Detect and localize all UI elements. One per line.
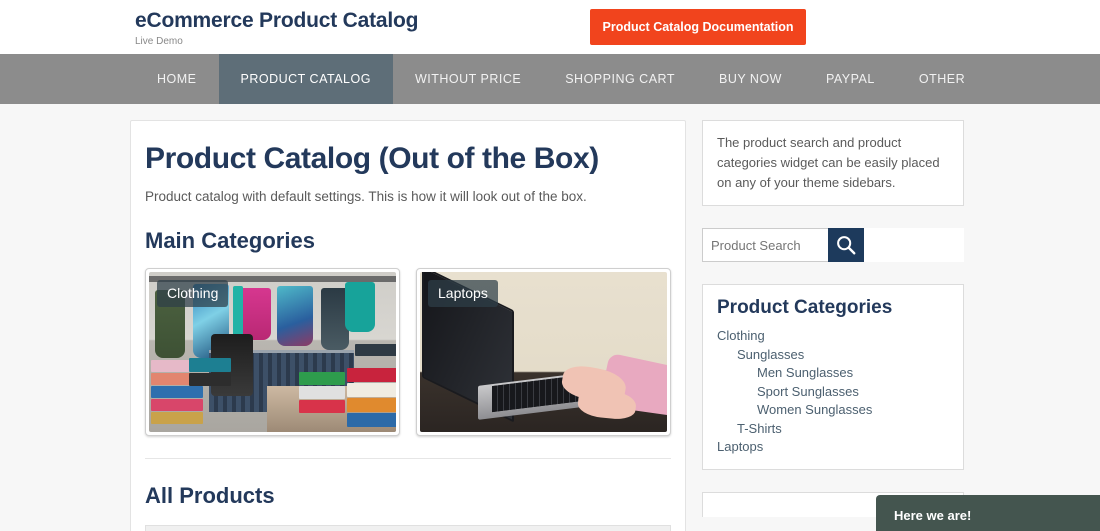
category-label-laptops: Laptops (428, 280, 498, 307)
brand-title: eCommerce Product Catalog (135, 9, 419, 32)
category-card-row: Clothing Laptops (145, 268, 671, 436)
category-label-clothing: Clothing (157, 280, 229, 307)
category-item-laptops[interactable]: Laptops (717, 438, 949, 457)
product-categories-title: Product Categories (717, 297, 893, 318)
product-filter-bar: Sort by Newest ▼ Price: $ - $ OK (145, 525, 671, 531)
sidebar-search-button[interactable] (828, 228, 864, 262)
product-categories-widget: Product Categories Clothing Sunglasses M… (702, 284, 964, 470)
category-card-laptops[interactable]: Laptops (416, 268, 671, 436)
nav-item-other[interactable]: OTHER (897, 54, 987, 104)
sidebar-search-input[interactable] (702, 228, 828, 262)
clothing-photo: Clothing (149, 272, 396, 432)
brand: eCommerce Product Catalog Live Demo (135, 8, 418, 48)
all-products-heading: All Products (145, 483, 275, 508)
sidebar-search-widget (702, 228, 964, 262)
category-item-t-shirts[interactable]: T-Shirts (717, 420, 949, 439)
main-categories-heading: Main Categories (145, 228, 315, 253)
brand-subtitle: Live Demo (135, 36, 183, 47)
site-header: eCommerce Product Catalog Live Demo Prod… (0, 0, 1100, 54)
main-navigation: HOME PRODUCT CATALOG WITHOUT PRICE SHOPP… (0, 54, 1100, 104)
tooltip-text: Here we are! (894, 507, 972, 523)
nav-item-without-price[interactable]: WITHOUT PRICE (393, 54, 543, 104)
sidebar: The product search and product categorie… (702, 120, 964, 531)
page-title: Product Catalog (Out of the Box) (145, 142, 599, 175)
laptops-photo: Laptops (420, 272, 667, 432)
here-we-are-tooltip: Here we are! (876, 495, 1100, 531)
section-divider (145, 458, 671, 459)
nav-item-shopping-cart[interactable]: SHOPPING CART (543, 54, 697, 104)
nav-item-home[interactable]: HOME (135, 54, 219, 104)
sidebar-note-widget: The product search and product categorie… (702, 120, 964, 206)
category-item-women-sunglasses[interactable]: Women Sunglasses (717, 401, 949, 420)
nav-item-buy-now[interactable]: BUY NOW (697, 54, 804, 104)
page-body: Product Catalog (Out of the Box) Product… (0, 104, 1100, 531)
nav-item-product-catalog[interactable]: PRODUCT CATALOG (218, 54, 393, 104)
category-item-sunglasses[interactable]: Sunglasses (717, 346, 949, 365)
category-card-clothing[interactable]: Clothing (145, 268, 400, 436)
category-item-sport-sunglasses[interactable]: Sport Sunglasses (717, 383, 949, 402)
main-content: Product Catalog (Out of the Box) Product… (130, 120, 686, 531)
documentation-button[interactable]: Product Catalog Documentation (590, 9, 806, 45)
sidebar-note-text: The product search and product categorie… (717, 135, 940, 190)
search-icon (837, 236, 856, 255)
page-description: Product catalog with default settings. T… (145, 189, 587, 204)
category-item-clothing[interactable]: Clothing (717, 327, 949, 346)
nav-item-paypal[interactable]: PAYPAL (804, 54, 897, 104)
category-item-men-sunglasses[interactable]: Men Sunglasses (717, 364, 949, 383)
product-categories-list: Clothing Sunglasses Men Sunglasses Sport… (717, 327, 949, 457)
